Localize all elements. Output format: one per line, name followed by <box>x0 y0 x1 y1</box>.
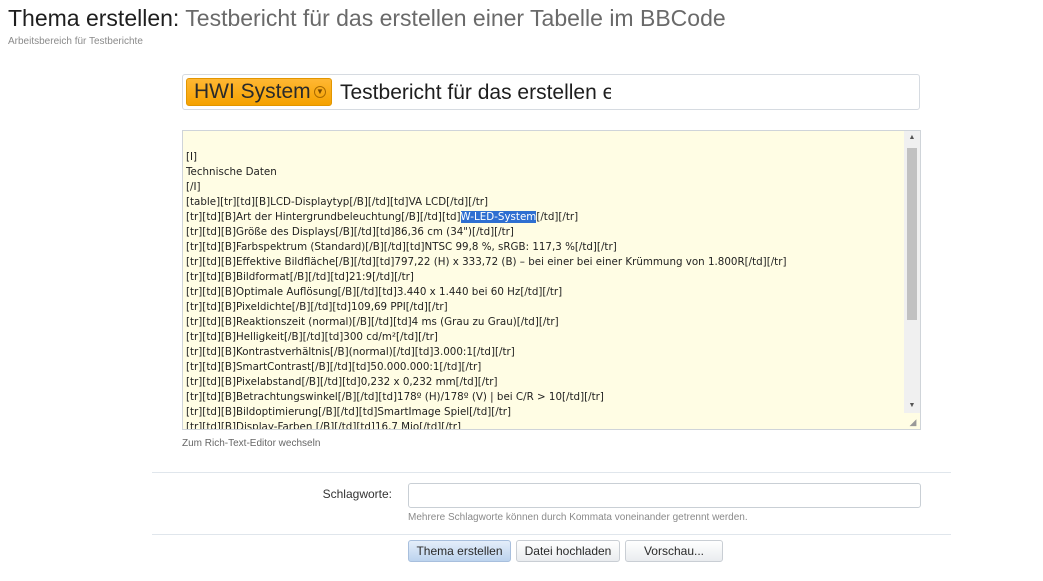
page-title: Thema erstellen: Testbericht für das ers… <box>8 4 726 32</box>
scroll-down-icon[interactable]: ▼ <box>904 399 920 413</box>
editor-line: [tr][td][B]Optimale Auflösung[/B][/td][t… <box>186 286 563 298</box>
thread-title-row: HWI System ▼ <box>182 74 920 110</box>
editor-line: [tr][td][B]Pixelabstand[/B][/td][td]0,23… <box>186 376 498 388</box>
editor-line: Technische Daten <box>186 166 277 178</box>
page-title-prefix: Thema erstellen: <box>8 5 180 31</box>
editor-line: [tr][td][B]Display-Farben [/B][/td][td]1… <box>186 421 462 430</box>
editor-line-text: [/td][/tr] <box>536 211 579 223</box>
editor-line: [tr][td][B]Kontrastverhältnis[/B](normal… <box>186 346 515 358</box>
scroll-up-icon[interactable]: ▲ <box>904 131 920 145</box>
upload-file-button[interactable]: Datei hochladen <box>516 540 620 562</box>
editor-line: [tr][td][B]Helligkeit[/B][/td][td]300 cd… <box>186 331 438 343</box>
preview-button[interactable]: Vorschau... <box>625 540 723 562</box>
tags-input[interactable] <box>408 483 921 508</box>
page-title-topic: Testbericht für das erstellen einer Tabe… <box>185 5 726 31</box>
editor-line: [tr][td][B]Größe des Displays[/B][/td][t… <box>186 226 514 238</box>
editor-line: [table][tr][td][B]LCD-Displaytyp[/B][/td… <box>186 196 488 208</box>
editor-line: [tr][td][B]Pixeldichte[/B][/td][td]109,6… <box>186 301 448 313</box>
create-thread-button[interactable]: Thema erstellen <box>408 540 511 562</box>
editor-line: [tr][td][B]Farbspektrum (Standard)[/B][/… <box>186 241 617 253</box>
editor-line-text: [tr][td][B]Art der Hintergrundbeleuchtun… <box>186 211 461 223</box>
prefix-label: HWI System <box>194 80 311 103</box>
editor-line: [/I] <box>186 181 201 193</box>
editor-line: [tr][td][B]Betrachtungswinkel[/B][/td][t… <box>186 391 604 403</box>
selected-text: W-LED-System <box>460 211 537 223</box>
prefix-dropdown[interactable]: HWI System ▼ <box>186 78 332 106</box>
rte-toggle-link[interactable]: Zum Rich-Text-Editor wechseln <box>182 438 320 449</box>
editor-line: [I] <box>186 151 198 163</box>
editor-line: [tr][td][B]Art der Hintergrundbeleuchtun… <box>186 210 902 225</box>
editor-line: [tr][td][B]Bildoptimierung[/B][/td][td]S… <box>186 406 512 418</box>
tags-hint: Mehrere Schlagworte können durch Kommata… <box>408 512 748 523</box>
scrollbar-thumb[interactable] <box>907 148 917 320</box>
chevron-down-icon: ▼ <box>314 86 326 98</box>
bbcode-editor[interactable]: [I] Technische Daten [/I] [table][tr][td][B… <box>182 130 921 430</box>
editor-scrollbar[interactable]: ▲ ▼ <box>904 131 920 413</box>
editor-line: [tr][td][B]Bildformat[/B][/td][td]21:9[/… <box>186 271 414 283</box>
editor-content[interactable]: [I] Technische Daten [/I] [table][tr][td][B… <box>186 150 902 430</box>
editor-line: [tr][td][B]SmartContrast[/B][/td][td]50.… <box>186 361 482 373</box>
editor-line: [tr][td][B]Reaktionszeit (normal)[/B][/t… <box>186 316 559 328</box>
editor-line: [tr][td][B]Effektive Bildfläche[/B][/td]… <box>186 256 787 268</box>
page-subtitle: Arbeitsbereich für Testberichte <box>8 36 143 47</box>
divider <box>152 472 951 473</box>
resize-grip-icon[interactable]: ◢ <box>907 416 919 428</box>
tags-label: Schlagworte: <box>322 487 392 501</box>
divider <box>152 534 951 535</box>
thread-title-input[interactable] <box>338 78 613 108</box>
